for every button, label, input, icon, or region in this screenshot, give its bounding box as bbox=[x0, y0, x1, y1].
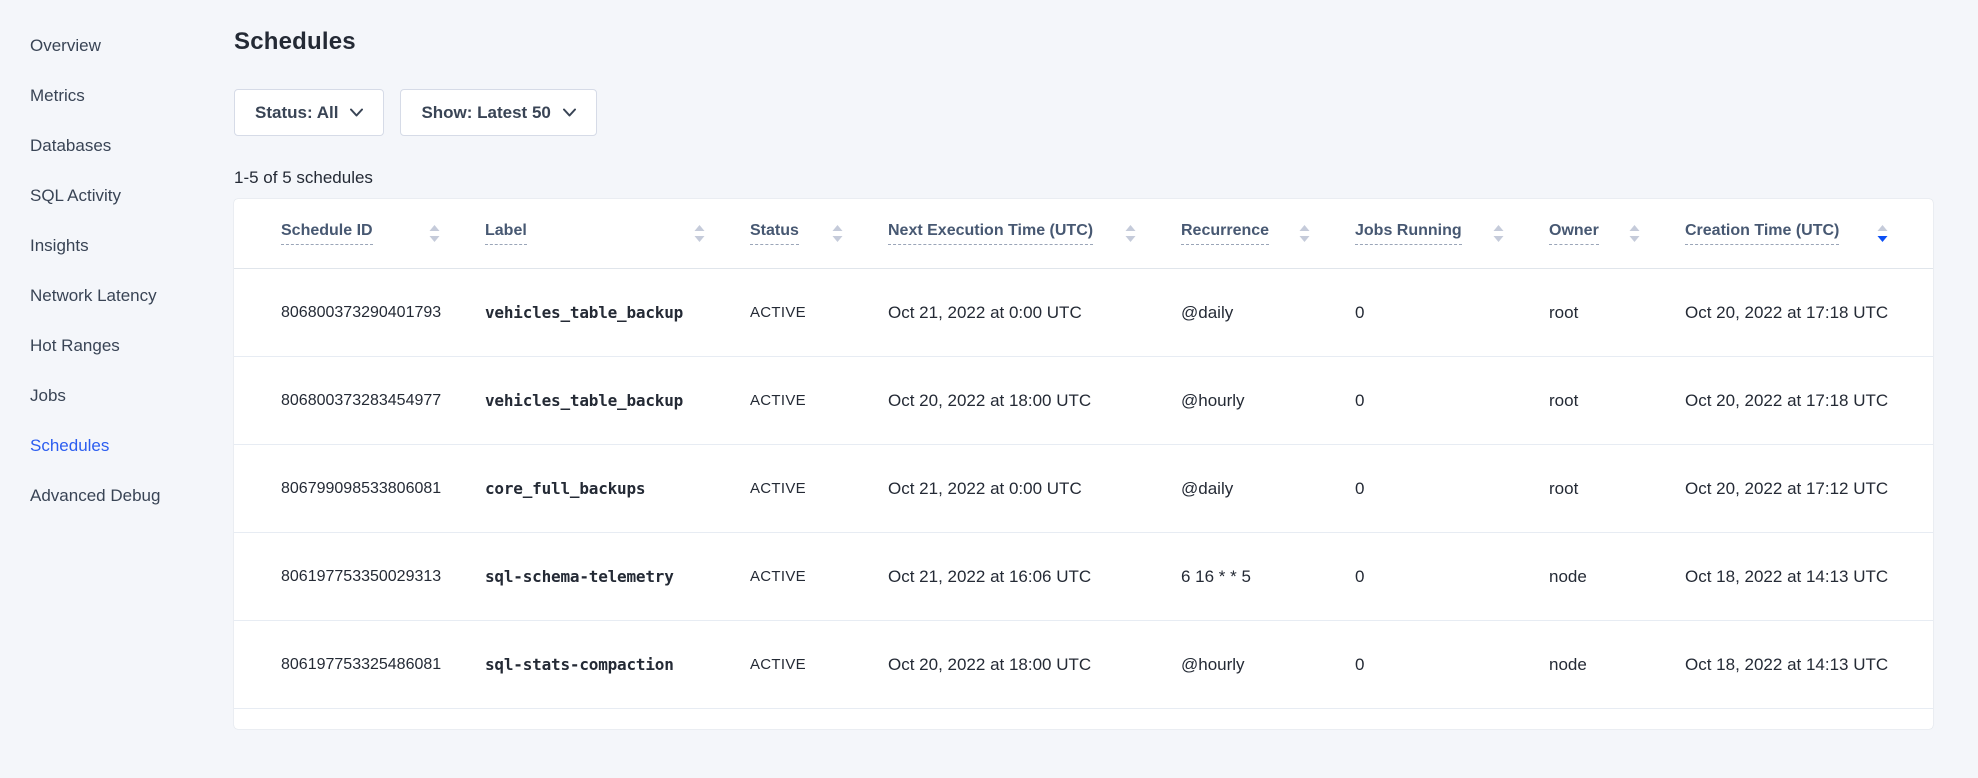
schedule-id-cell: 806799098533806081 bbox=[234, 480, 485, 498]
status-cell: ACTIVE bbox=[750, 568, 888, 585]
sidebar-item-jobs[interactable]: Jobs bbox=[0, 371, 234, 421]
chevron-down-icon bbox=[350, 108, 363, 117]
page-title: Schedules bbox=[234, 28, 1933, 56]
table-row: 806197753350029313sql-schema-telemetryAC… bbox=[234, 533, 1933, 621]
creation-time-cell: Oct 18, 2022 at 14:13 UTC bbox=[1685, 567, 1933, 587]
column-header-label: Label bbox=[485, 222, 527, 245]
jobs-running-cell: 0 bbox=[1355, 303, 1549, 323]
schedule-id-cell: 806800373283454977 bbox=[234, 392, 485, 410]
column-header-creation-time-utc[interactable]: Creation Time (UTC) bbox=[1685, 222, 1933, 245]
sidebar-item-databases[interactable]: Databases bbox=[0, 121, 234, 171]
owner-cell: root bbox=[1549, 391, 1685, 411]
label-cell: core_full_backups bbox=[485, 479, 750, 498]
sidebar-item-insights[interactable]: Insights bbox=[0, 221, 234, 271]
creation-time-cell: Oct 18, 2022 at 14:13 UTC bbox=[1685, 655, 1933, 675]
sidebar-item-advanced-debug[interactable]: Advanced Debug bbox=[0, 471, 234, 521]
column-header-schedule-id[interactable]: Schedule ID bbox=[234, 222, 485, 245]
sort-icon bbox=[1125, 224, 1136, 243]
label-cell: vehicles_table_backup bbox=[485, 303, 750, 322]
status-filter-dropdown[interactable]: Status: All bbox=[234, 89, 384, 136]
sidebar-item-hot-ranges[interactable]: Hot Ranges bbox=[0, 321, 234, 371]
table-row: 806197753325486081sql-stats-compactionAC… bbox=[234, 621, 1933, 709]
jobs-running-cell: 0 bbox=[1355, 479, 1549, 499]
sidebar-item-overview[interactable]: Overview bbox=[0, 21, 234, 71]
sidebar-item-metrics[interactable]: Metrics bbox=[0, 71, 234, 121]
schedules-page: Schedules Status: All Show: Latest 50 1-… bbox=[234, 0, 1933, 729]
status-filter-label: Status: All bbox=[255, 103, 338, 123]
sidebar-item-network-latency[interactable]: Network Latency bbox=[0, 271, 234, 321]
show-filter-label: Show: Latest 50 bbox=[421, 103, 550, 123]
schedules-table-card: Schedule ID Label Status Next Execution Tim… bbox=[234, 199, 1933, 729]
results-count: 1-5 of 5 schedules bbox=[234, 168, 1933, 188]
status-cell: ACTIVE bbox=[750, 656, 888, 673]
owner-cell: node bbox=[1549, 567, 1685, 587]
schedule-id-cell: 806197753350029313 bbox=[234, 568, 485, 586]
label-cell: vehicles_table_backup bbox=[485, 391, 750, 410]
sidebar-item-sql-activity[interactable]: SQL Activity bbox=[0, 171, 234, 221]
sort-icon bbox=[1299, 224, 1310, 243]
jobs-running-cell: 0 bbox=[1355, 655, 1549, 675]
sort-icon bbox=[1877, 224, 1888, 243]
creation-time-cell: Oct 20, 2022 at 17:12 UTC bbox=[1685, 479, 1933, 499]
table-row: 806799098533806081core_full_backupsACTIV… bbox=[234, 445, 1933, 533]
column-header-recurrence[interactable]: Recurrence bbox=[1181, 222, 1355, 245]
next-execution-cell: Oct 20, 2022 at 18:00 UTC bbox=[888, 655, 1181, 675]
filter-bar: Status: All Show: Latest 50 bbox=[234, 89, 1933, 136]
table-body: 806800373290401793vehicles_table_backupA… bbox=[234, 269, 1933, 709]
owner-cell: root bbox=[1549, 479, 1685, 499]
sidebar-item-schedules[interactable]: Schedules bbox=[0, 421, 234, 471]
column-header-label: Creation Time (UTC) bbox=[1685, 222, 1839, 245]
show-filter-dropdown[interactable]: Show: Latest 50 bbox=[400, 89, 596, 136]
column-header-next-execution-time-utc[interactable]: Next Execution Time (UTC) bbox=[888, 222, 1181, 245]
next-execution-cell: Oct 21, 2022 at 16:06 UTC bbox=[888, 567, 1181, 587]
creation-time-cell: Oct 20, 2022 at 17:18 UTC bbox=[1685, 303, 1933, 323]
jobs-running-cell: 0 bbox=[1355, 391, 1549, 411]
column-header-label: Next Execution Time (UTC) bbox=[888, 222, 1093, 245]
recurrence-cell: @hourly bbox=[1181, 655, 1355, 675]
jobs-running-cell: 0 bbox=[1355, 567, 1549, 587]
recurrence-cell: @daily bbox=[1181, 479, 1355, 499]
column-header-label: Schedule ID bbox=[281, 222, 373, 245]
label-cell: sql-stats-compaction bbox=[485, 655, 750, 674]
sort-icon bbox=[694, 224, 705, 243]
status-cell: ACTIVE bbox=[750, 392, 888, 409]
next-execution-cell: Oct 20, 2022 at 18:00 UTC bbox=[888, 391, 1181, 411]
schedule-id-cell: 806800373290401793 bbox=[234, 304, 485, 322]
label-cell: sql-schema-telemetry bbox=[485, 567, 750, 586]
chevron-down-icon bbox=[563, 108, 576, 117]
table-header-row: Schedule ID Label Status Next Execution Tim… bbox=[234, 199, 1933, 269]
owner-cell: node bbox=[1549, 655, 1685, 675]
column-header-label: Jobs Running bbox=[1355, 222, 1462, 245]
status-cell: ACTIVE bbox=[750, 304, 888, 321]
column-header-jobs-running[interactable]: Jobs Running bbox=[1355, 222, 1549, 245]
next-execution-cell: Oct 21, 2022 at 0:00 UTC bbox=[888, 303, 1181, 323]
creation-time-cell: Oct 20, 2022 at 17:18 UTC bbox=[1685, 391, 1933, 411]
recurrence-cell: @daily bbox=[1181, 303, 1355, 323]
table-row: 806800373290401793vehicles_table_backupA… bbox=[234, 269, 1933, 357]
owner-cell: root bbox=[1549, 303, 1685, 323]
table-row: 806800373283454977vehicles_table_backupA… bbox=[234, 357, 1933, 445]
recurrence-cell: 6 16 * * 5 bbox=[1181, 567, 1355, 587]
column-header-status[interactable]: Status bbox=[750, 222, 888, 245]
column-header-owner[interactable]: Owner bbox=[1549, 222, 1685, 245]
next-execution-cell: Oct 21, 2022 at 0:00 UTC bbox=[888, 479, 1181, 499]
column-header-label[interactable]: Label bbox=[485, 222, 750, 245]
sort-icon bbox=[1629, 224, 1640, 243]
status-cell: ACTIVE bbox=[750, 480, 888, 497]
column-header-label: Status bbox=[750, 222, 799, 245]
recurrence-cell: @hourly bbox=[1181, 391, 1355, 411]
sort-icon bbox=[429, 224, 440, 243]
sort-icon bbox=[1493, 224, 1504, 243]
column-header-label: Recurrence bbox=[1181, 222, 1269, 245]
sort-icon bbox=[832, 224, 843, 243]
sidebar: OverviewMetricsDatabasesSQL ActivityInsi… bbox=[0, 0, 234, 521]
column-header-label: Owner bbox=[1549, 222, 1599, 245]
schedule-id-cell: 806197753325486081 bbox=[234, 656, 485, 674]
